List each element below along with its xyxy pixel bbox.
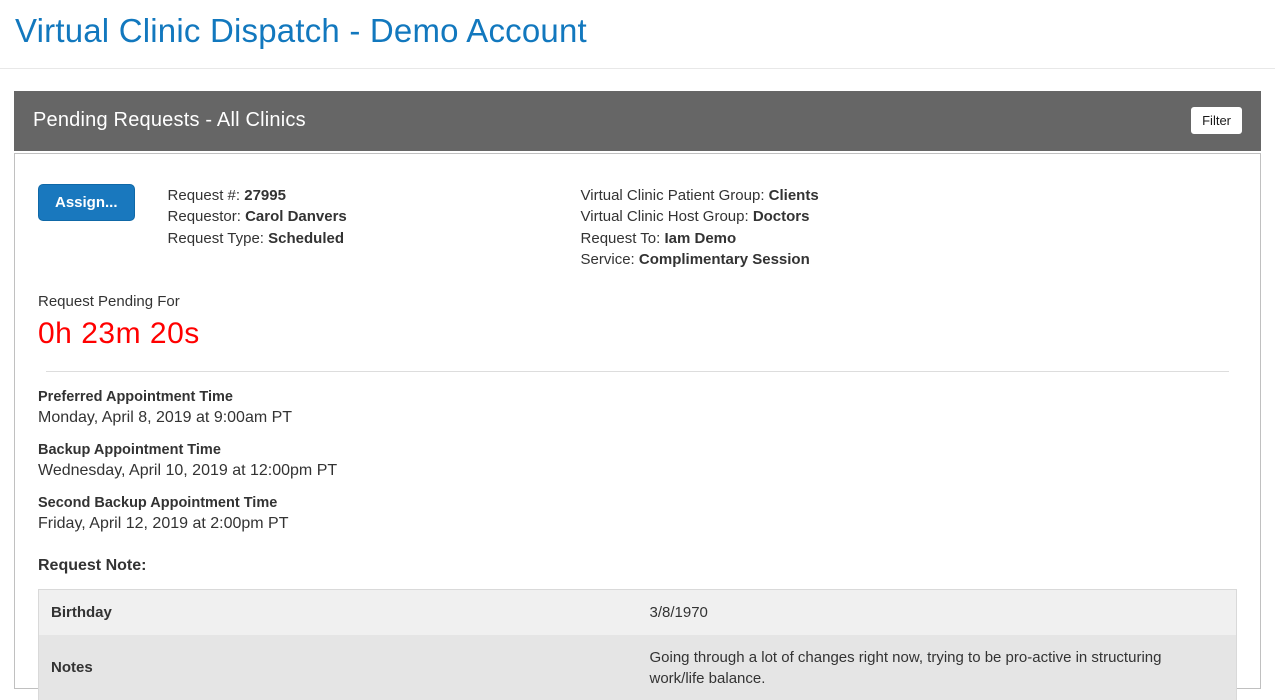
birthday-label: Birthday [39,589,638,635]
requestor-value: Carol Danvers [245,208,347,225]
pending-requests-header: Pending Requests - All Clinics Filter [14,91,1261,151]
request-card: Assign... Request #: 27995 Requestor: Ca… [14,153,1261,689]
request-type-value: Scheduled [268,230,344,247]
request-to-value: Iam Demo [664,230,736,247]
filter-button[interactable]: Filter [1191,107,1242,134]
pending-duration-label: Request Pending For [38,293,1237,310]
preferred-appointment-value: Monday, April 8, 2019 at 9:00am PT [38,407,1237,428]
service-field: Service: Complimentary Session [581,249,819,271]
request-type-field: Request Type: Scheduled [168,228,498,250]
request-fields-left: Request #: 27995 Requestor: Carol Danver… [168,184,498,250]
notes-label: Notes [39,635,638,700]
title-divider [0,68,1275,69]
pending-duration-block: Request Pending For 0h 23m 20s [38,293,1237,351]
note-row-birthday: Birthday 3/8/1970 [39,589,1237,635]
requestor-label: Requestor: [168,208,246,225]
host-group-value: Doctors [753,208,810,225]
preferred-appointment: Preferred Appointment Time Monday, April… [38,387,1237,428]
service-value: Complimentary Session [639,251,810,268]
section-divider [46,371,1229,372]
preferred-appointment-label: Preferred Appointment Time [38,387,1237,407]
request-number-value: 27995 [244,187,286,204]
request-to-field: Request To: Iam Demo [581,228,819,250]
service-label: Service: [581,251,639,268]
note-row-notes: Notes Going through a lot of changes rig… [39,635,1237,700]
backup-appointment-value: Wednesday, April 10, 2019 at 12:00pm PT [38,460,1237,481]
request-note-table: Birthday 3/8/1970 Notes Going through a … [38,589,1237,700]
request-number-label: Request #: [168,187,245,204]
request-number-field: Request #: 27995 [168,185,498,207]
second-backup-appointment: Second Backup Appointment Time Friday, A… [38,493,1237,534]
assign-button[interactable]: Assign... [38,184,135,221]
request-type-label: Request Type: [168,230,269,247]
patient-group-value: Clients [769,187,819,204]
notes-value: Going through a lot of changes right now… [638,635,1237,700]
birthday-value: 3/8/1970 [638,589,1237,635]
request-fields-right: Virtual Clinic Patient Group: Clients Vi… [581,184,819,271]
host-group-field: Virtual Clinic Host Group: Doctors [581,206,819,228]
page-title: Virtual Clinic Dispatch - Demo Account [0,0,1275,54]
pending-duration-timer: 0h 23m 20s [38,317,1237,351]
patient-group-field: Virtual Clinic Patient Group: Clients [581,185,819,207]
second-backup-appointment-value: Friday, April 12, 2019 at 2:00pm PT [38,513,1237,534]
appointment-times: Preferred Appointment Time Monday, April… [38,387,1237,534]
backup-appointment: Backup Appointment Time Wednesday, April… [38,440,1237,481]
request-note-heading: Request Note: [38,557,1237,575]
patient-group-label: Virtual Clinic Patient Group: [581,187,769,204]
section-title: Pending Requests - All Clinics [33,109,1191,132]
host-group-label: Virtual Clinic Host Group: [581,208,753,225]
backup-appointment-label: Backup Appointment Time [38,440,1237,460]
second-backup-appointment-label: Second Backup Appointment Time [38,493,1237,513]
requestor-field: Requestor: Carol Danvers [168,206,498,228]
request-to-label: Request To: [581,230,665,247]
request-summary-row: Assign... Request #: 27995 Requestor: Ca… [38,184,1237,271]
